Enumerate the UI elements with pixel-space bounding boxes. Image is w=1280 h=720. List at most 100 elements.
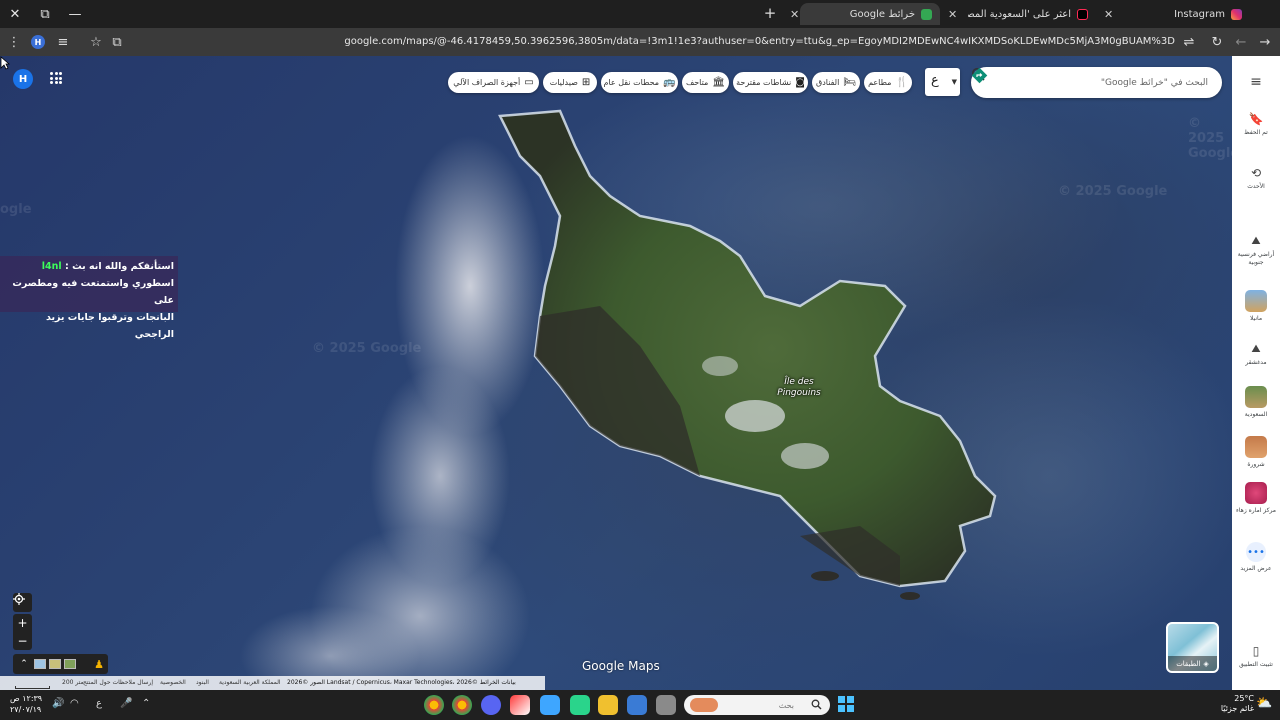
chip-pharmacies[interactable]: ⊞ صيدليات	[543, 72, 597, 93]
sidebar-item-label: تثبيت التطبيق	[1239, 661, 1273, 668]
chip-attractions[interactable]: ◙ نشاطات مقترحة	[733, 72, 808, 93]
taskbar-clock[interactable]: ١٢:٣٩ ص ٢٧/٠٧/١٩	[10, 693, 42, 715]
chrome-icon[interactable]	[424, 695, 444, 715]
google-maps-logo: Google Maps	[582, 659, 660, 673]
menu-dots-icon[interactable]: ⋮	[5, 33, 23, 51]
back-icon[interactable]: →	[1256, 33, 1274, 51]
pegman-icon[interactable]: ♟	[94, 658, 104, 671]
search-input[interactable]	[1058, 75, 1208, 90]
chip-label: محطات نقل عام	[603, 78, 660, 87]
reload-icon[interactable]: ↻	[1208, 33, 1226, 51]
google-apps-icon[interactable]	[50, 72, 62, 84]
place-thumbnail	[1245, 386, 1267, 408]
sidebar-item-recent-place[interactable]: ⛰ أراضي فرنسية جنوبية	[1232, 234, 1280, 267]
sidebar-item-recent-place[interactable]: مانيلا	[1232, 290, 1280, 323]
taskbar-search[interactable]	[684, 695, 830, 715]
zoom-in-button[interactable]: +	[13, 614, 32, 632]
wifi-icon[interactable]: ◠	[70, 698, 79, 709]
pharmacy-icon: ⊞	[581, 77, 591, 88]
sidebar-item-recent[interactable]: ⟲ الأحدث	[1232, 166, 1280, 191]
tab-label: اعثر على 'السعودية المصغرة' عل...	[968, 8, 1071, 20]
sidebar-item-recent-place[interactable]: مركز اماره زهاء	[1232, 482, 1280, 515]
new-tab-button[interactable]: +	[762, 4, 778, 22]
store-app-icon[interactable]	[540, 695, 560, 715]
tab-label: Instagram	[1174, 8, 1225, 20]
language-dropdown[interactable]: ع ▼	[925, 68, 960, 96]
tab-tiktok[interactable]: اعثر على 'السعودية المصغرة' عل... ✕	[948, 3, 1096, 25]
satellite-imagery	[240, 66, 1232, 690]
mouse-cursor-icon	[0, 56, 10, 70]
hamburger-menu-icon[interactable]: ≡	[1250, 74, 1262, 90]
tune-icon[interactable]: ⇌	[1180, 33, 1198, 51]
directions-icon[interactable]	[971, 67, 988, 84]
chip-museums[interactable]: 🏛 متاحف	[682, 72, 729, 93]
weather-widget[interactable]: 25°C غائم جزئيًا	[1214, 694, 1254, 714]
sidebar-item-label: مدغشقر	[1245, 359, 1267, 366]
camera-icon: ◙	[795, 77, 805, 88]
sidebar-item-recent-place[interactable]: شرورة	[1232, 436, 1280, 469]
sidebar-item-saved[interactable]: 🔖 تم الحفظ	[1232, 112, 1280, 137]
place-thumbnail	[1245, 436, 1267, 458]
sidebar-item-install-app[interactable]: ▯ تثبيت التطبيق	[1232, 644, 1280, 669]
app-icon[interactable]	[510, 695, 530, 715]
taskbar-search-input[interactable]	[724, 699, 794, 711]
chrome-profile-icon[interactable]	[452, 695, 472, 715]
chip-atms[interactable]: ▭ أجهزة الصراف الآلي	[448, 72, 539, 93]
sidebar-item-recent-place[interactable]: ⛰ مدغشقر	[1232, 342, 1280, 367]
minimize-window-icon[interactable]: —	[60, 0, 90, 28]
expand-up-icon[interactable]: ⌃	[17, 659, 31, 669]
account-avatar[interactable]: H	[13, 69, 33, 89]
tab-bar: ✕ ⧉ — + خرائط Google ✕ اعثر على 'السعودي…	[0, 0, 1280, 28]
reading-list-icon[interactable]: ≡	[54, 33, 72, 51]
bookmark-star-icon[interactable]: ☆	[87, 33, 105, 51]
search-highlight-icon	[690, 698, 718, 712]
feedback-link[interactable]: إرسال ملاحظات حول المنتج	[83, 679, 153, 686]
profile-avatar[interactable]: H	[31, 35, 45, 49]
tab-google-maps[interactable]: خرائط Google ✕	[790, 3, 940, 25]
search-icon	[811, 699, 822, 710]
discord-icon[interactable]	[481, 695, 501, 715]
file-explorer-icon[interactable]	[598, 695, 618, 715]
install-app-icon[interactable]: ⧉	[108, 33, 126, 51]
terms-link[interactable]: البنود	[196, 679, 209, 686]
language-indicator[interactable]: ع	[96, 698, 102, 709]
microphone-icon[interactable]: 🎤	[120, 698, 132, 709]
my-location-button[interactable]	[13, 593, 32, 612]
story-overlay: استأنفكم والله انه بث : l4nl اسطوري واست…	[0, 256, 178, 340]
task-view-icon[interactable]	[656, 695, 676, 715]
forward-icon[interactable]: ←	[1232, 33, 1250, 51]
weather-condition: غائم جزئيًا	[1220, 704, 1254, 713]
map-watermark: © 2025 Google	[1058, 184, 1168, 199]
tab-close-icon[interactable]: ✕	[1104, 8, 1113, 21]
layer-thumb-terrain[interactable]	[49, 659, 61, 669]
sidebar-menu[interactable]: ≡	[1232, 74, 1280, 90]
story-line-1: استأنفكم والله انه بث : l4nl	[4, 258, 174, 275]
chat-app-icon[interactable]	[570, 695, 590, 715]
address-bar[interactable]: google.com/maps/@-46.4178459,50.3962596,…	[130, 34, 1175, 50]
sidebar-item-more[interactable]: ••• عرض المزيد	[1232, 542, 1280, 573]
satellite-map[interactable]: © 2025 Google © 2025 Google © 2025 Googl…	[0, 56, 1232, 690]
scale-label[interactable]: 200 متر	[62, 679, 84, 686]
tab-close-icon[interactable]: ✕	[790, 8, 799, 21]
close-window-icon[interactable]: ✕	[0, 0, 30, 28]
fork-knife-icon: 🍴	[895, 77, 908, 88]
layer-thumb-satellite[interactable]	[64, 659, 76, 669]
windows-start-icon[interactable]	[838, 696, 854, 712]
sidebar-item-label: مانيلا	[1249, 315, 1263, 322]
maximize-window-icon[interactable]: ⧉	[30, 0, 60, 28]
chip-restaurants[interactable]: 🍴 مطاعم	[864, 72, 912, 93]
chip-hotels[interactable]: 🛏 الفنادق	[812, 72, 860, 93]
tab-instagram[interactable]: Instagram ✕	[1104, 3, 1250, 25]
volume-icon[interactable]: 🔊	[52, 698, 64, 709]
chip-transit[interactable]: 🚌 محطات نقل عام	[601, 72, 678, 93]
show-hidden-icons-icon[interactable]: ⌃	[142, 698, 150, 709]
microsoft-store-icon[interactable]	[627, 695, 647, 715]
sidebar-item-recent-place[interactable]: السعودية	[1232, 386, 1280, 419]
privacy-link[interactable]: الخصوصية	[160, 679, 186, 686]
bus-icon: 🚌	[663, 77, 676, 88]
layers-button[interactable]: ◈ الطبقات	[1166, 622, 1219, 673]
zoom-out-button[interactable]: −	[13, 632, 32, 650]
tab-close-icon[interactable]: ✕	[948, 8, 957, 21]
island-label[interactable]: Île des Pingouins	[768, 377, 830, 399]
layer-thumb-map[interactable]	[34, 659, 46, 669]
